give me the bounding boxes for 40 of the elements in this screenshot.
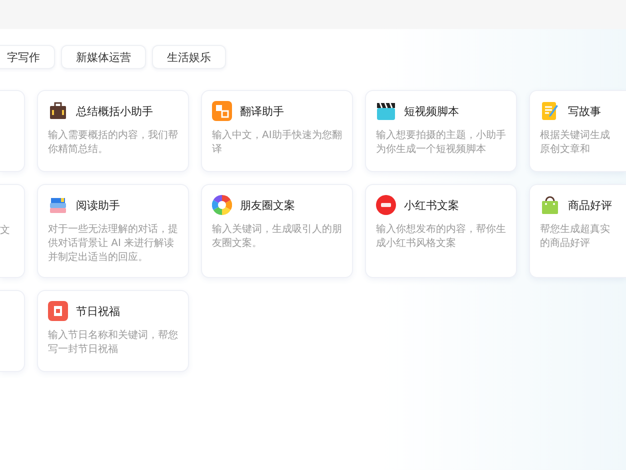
card-title: 写故事 (568, 104, 601, 118)
card-title: 总结概括小助手 (76, 104, 153, 118)
tool-card[interactable]: 阅读助手 对于一些无法理解的对话，提供对话背景让 AI 来进行解读并制定出适当的回应。 (37, 184, 189, 278)
books-icon (48, 195, 68, 215)
clapperboard-icon (376, 101, 396, 121)
card-description: 输入想要拍摄的主题，小助手为你生成一个短视频脚本 (376, 129, 506, 157)
notepad-pencil-icon (540, 101, 560, 121)
category-tab[interactable]: 字写作 (0, 45, 55, 69)
tool-card[interactable]: 节日祝福 输入节日名称和关键词，帮您写一封节日祝福 (37, 290, 189, 372)
card-title: 翻译助手 (240, 104, 284, 118)
card-description: 输入中文，AI助手快速为您翻译 (212, 129, 342, 157)
card-title: 朋友圈文案 (240, 198, 295, 212)
tool-card[interactable]: 商品好评 帮您生成超真实的商品好评 (529, 184, 626, 278)
tool-card[interactable]: 朋友圈文案 输入关键词，生成吸引人的朋友圈文案。 (201, 184, 353, 278)
card-title: 小红书文案 (404, 198, 459, 212)
card-description: 文 (0, 224, 10, 237)
aperture-icon (212, 195, 232, 215)
card-description: 帮您生成超真实的商品好评 (540, 223, 611, 251)
card-description: 对于一些无法理解的对话，提供对话背景让 AI 来进行解读并制定出适当的回应。 (48, 223, 178, 265)
tool-card[interactable]: 翻译助手 输入中文，AI助手快速为您翻译 (201, 90, 353, 172)
card-title: 阅读助手 (76, 198, 120, 212)
card-description: 输入你想发布的内容，帮你生成小红书风格文案 (376, 223, 506, 251)
category-tab[interactable]: 新媒体运营 (61, 45, 146, 69)
card-description: 输入关键词，生成吸引人的朋友圈文案。 (212, 223, 342, 251)
card-description: 根据关键词生成原创文章和 (540, 129, 611, 157)
tool-card[interactable]: 总结概括小助手 输入需要概括的内容，我们帮你精简总结。 (37, 90, 189, 172)
category-tab[interactable]: 生活娱乐 (152, 45, 226, 69)
tool-card[interactable]: 小红书文案 输入你想发布的内容，帮你生成小红书风格文案 (365, 184, 517, 278)
tool-card[interactable]: 写故事 根据关键词生成原创文章和 (529, 90, 626, 172)
card-description: 输入节日名称和关键词，帮您写一封节日祝福 (48, 329, 178, 357)
briefcase-icon (48, 101, 68, 121)
app-logo-icon (376, 195, 396, 215)
shopping-bag-icon (540, 195, 560, 215)
card-title: 商品好评 (568, 198, 612, 212)
card-title: 节日祝福 (76, 304, 120, 318)
tool-card[interactable]: 短视频脚本 输入想要拍摄的主题，小助手为你生成一个短视频脚本 (365, 90, 517, 172)
card-title: 短视频脚本 (404, 104, 459, 118)
card-description: 输入需要概括的内容，我们帮你精简总结。 (48, 129, 178, 157)
translate-icon (212, 101, 232, 121)
greeting-card-icon (48, 301, 68, 321)
